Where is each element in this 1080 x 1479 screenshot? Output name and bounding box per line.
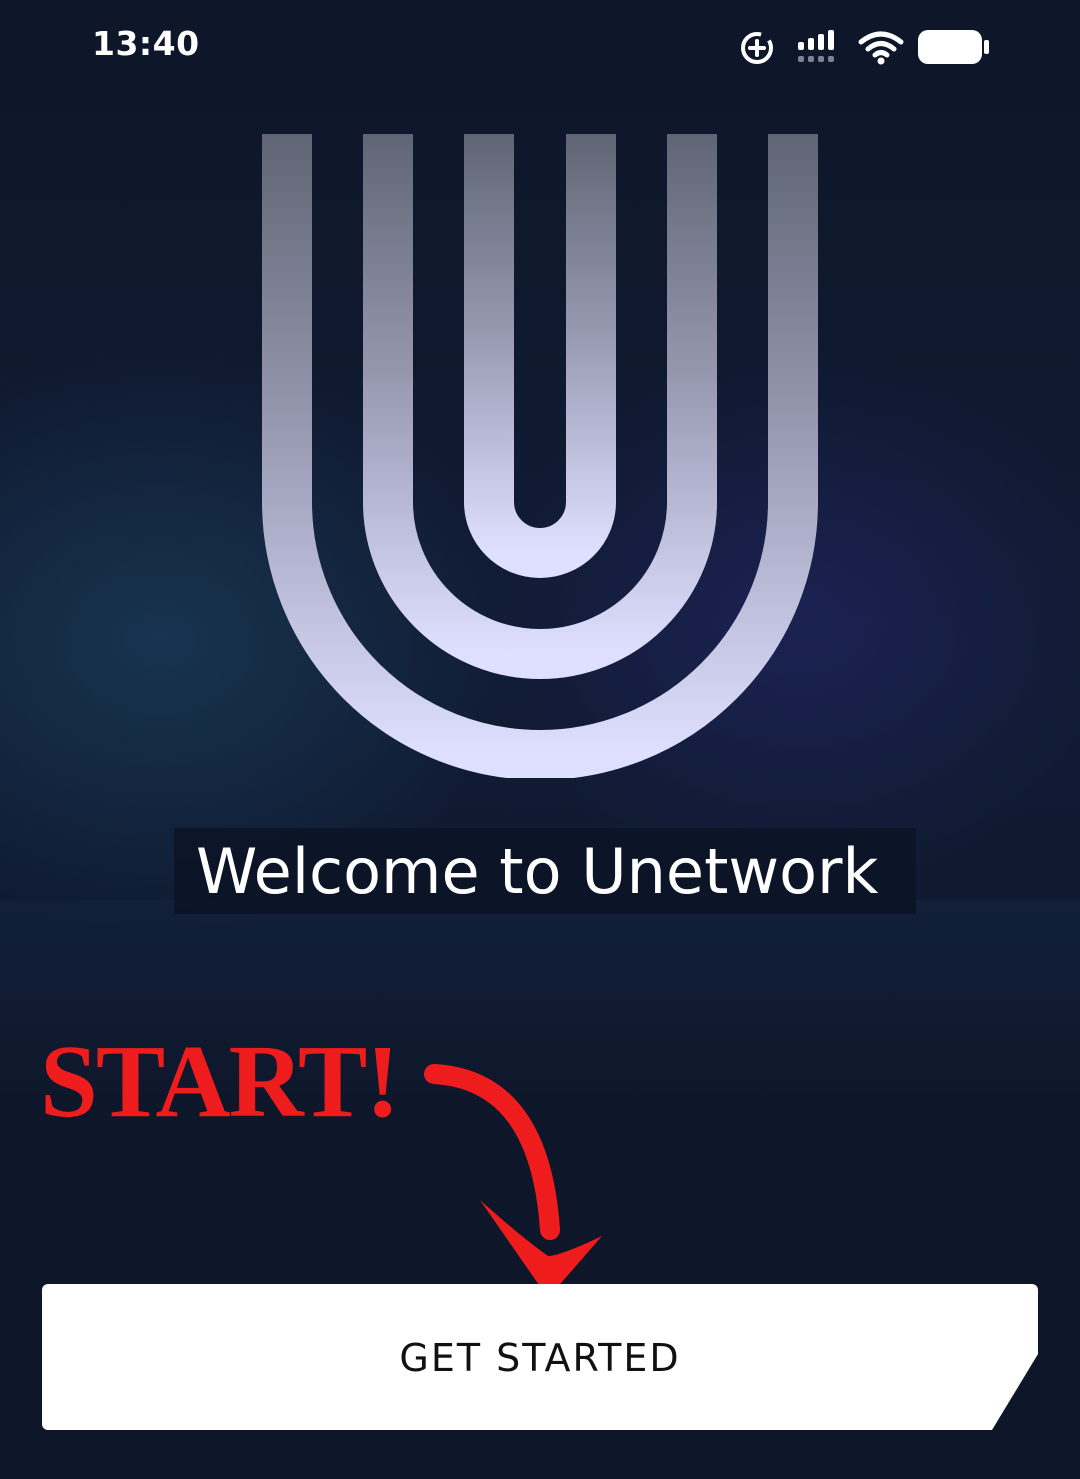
status-time: 13:40 bbox=[92, 24, 200, 63]
status-icons bbox=[738, 28, 990, 68]
welcome-title: Welcome to Unetwork bbox=[196, 835, 879, 908]
battery-icon bbox=[918, 30, 989, 64]
unetwork-logo-icon bbox=[262, 134, 818, 778]
wifi-icon bbox=[858, 31, 904, 65]
get-started-button[interactable]: GET STARTED bbox=[42, 1284, 1038, 1430]
get-started-label: GET STARTED bbox=[399, 1336, 681, 1380]
screen-rotation-lock-icon bbox=[741, 32, 773, 64]
start-annotation-label: START! bbox=[40, 1024, 400, 1139]
cellular-signal-icon bbox=[798, 30, 834, 62]
curved-arrow-down-icon bbox=[424, 1064, 602, 1298]
status-bar: 13:40 bbox=[0, 0, 1080, 92]
